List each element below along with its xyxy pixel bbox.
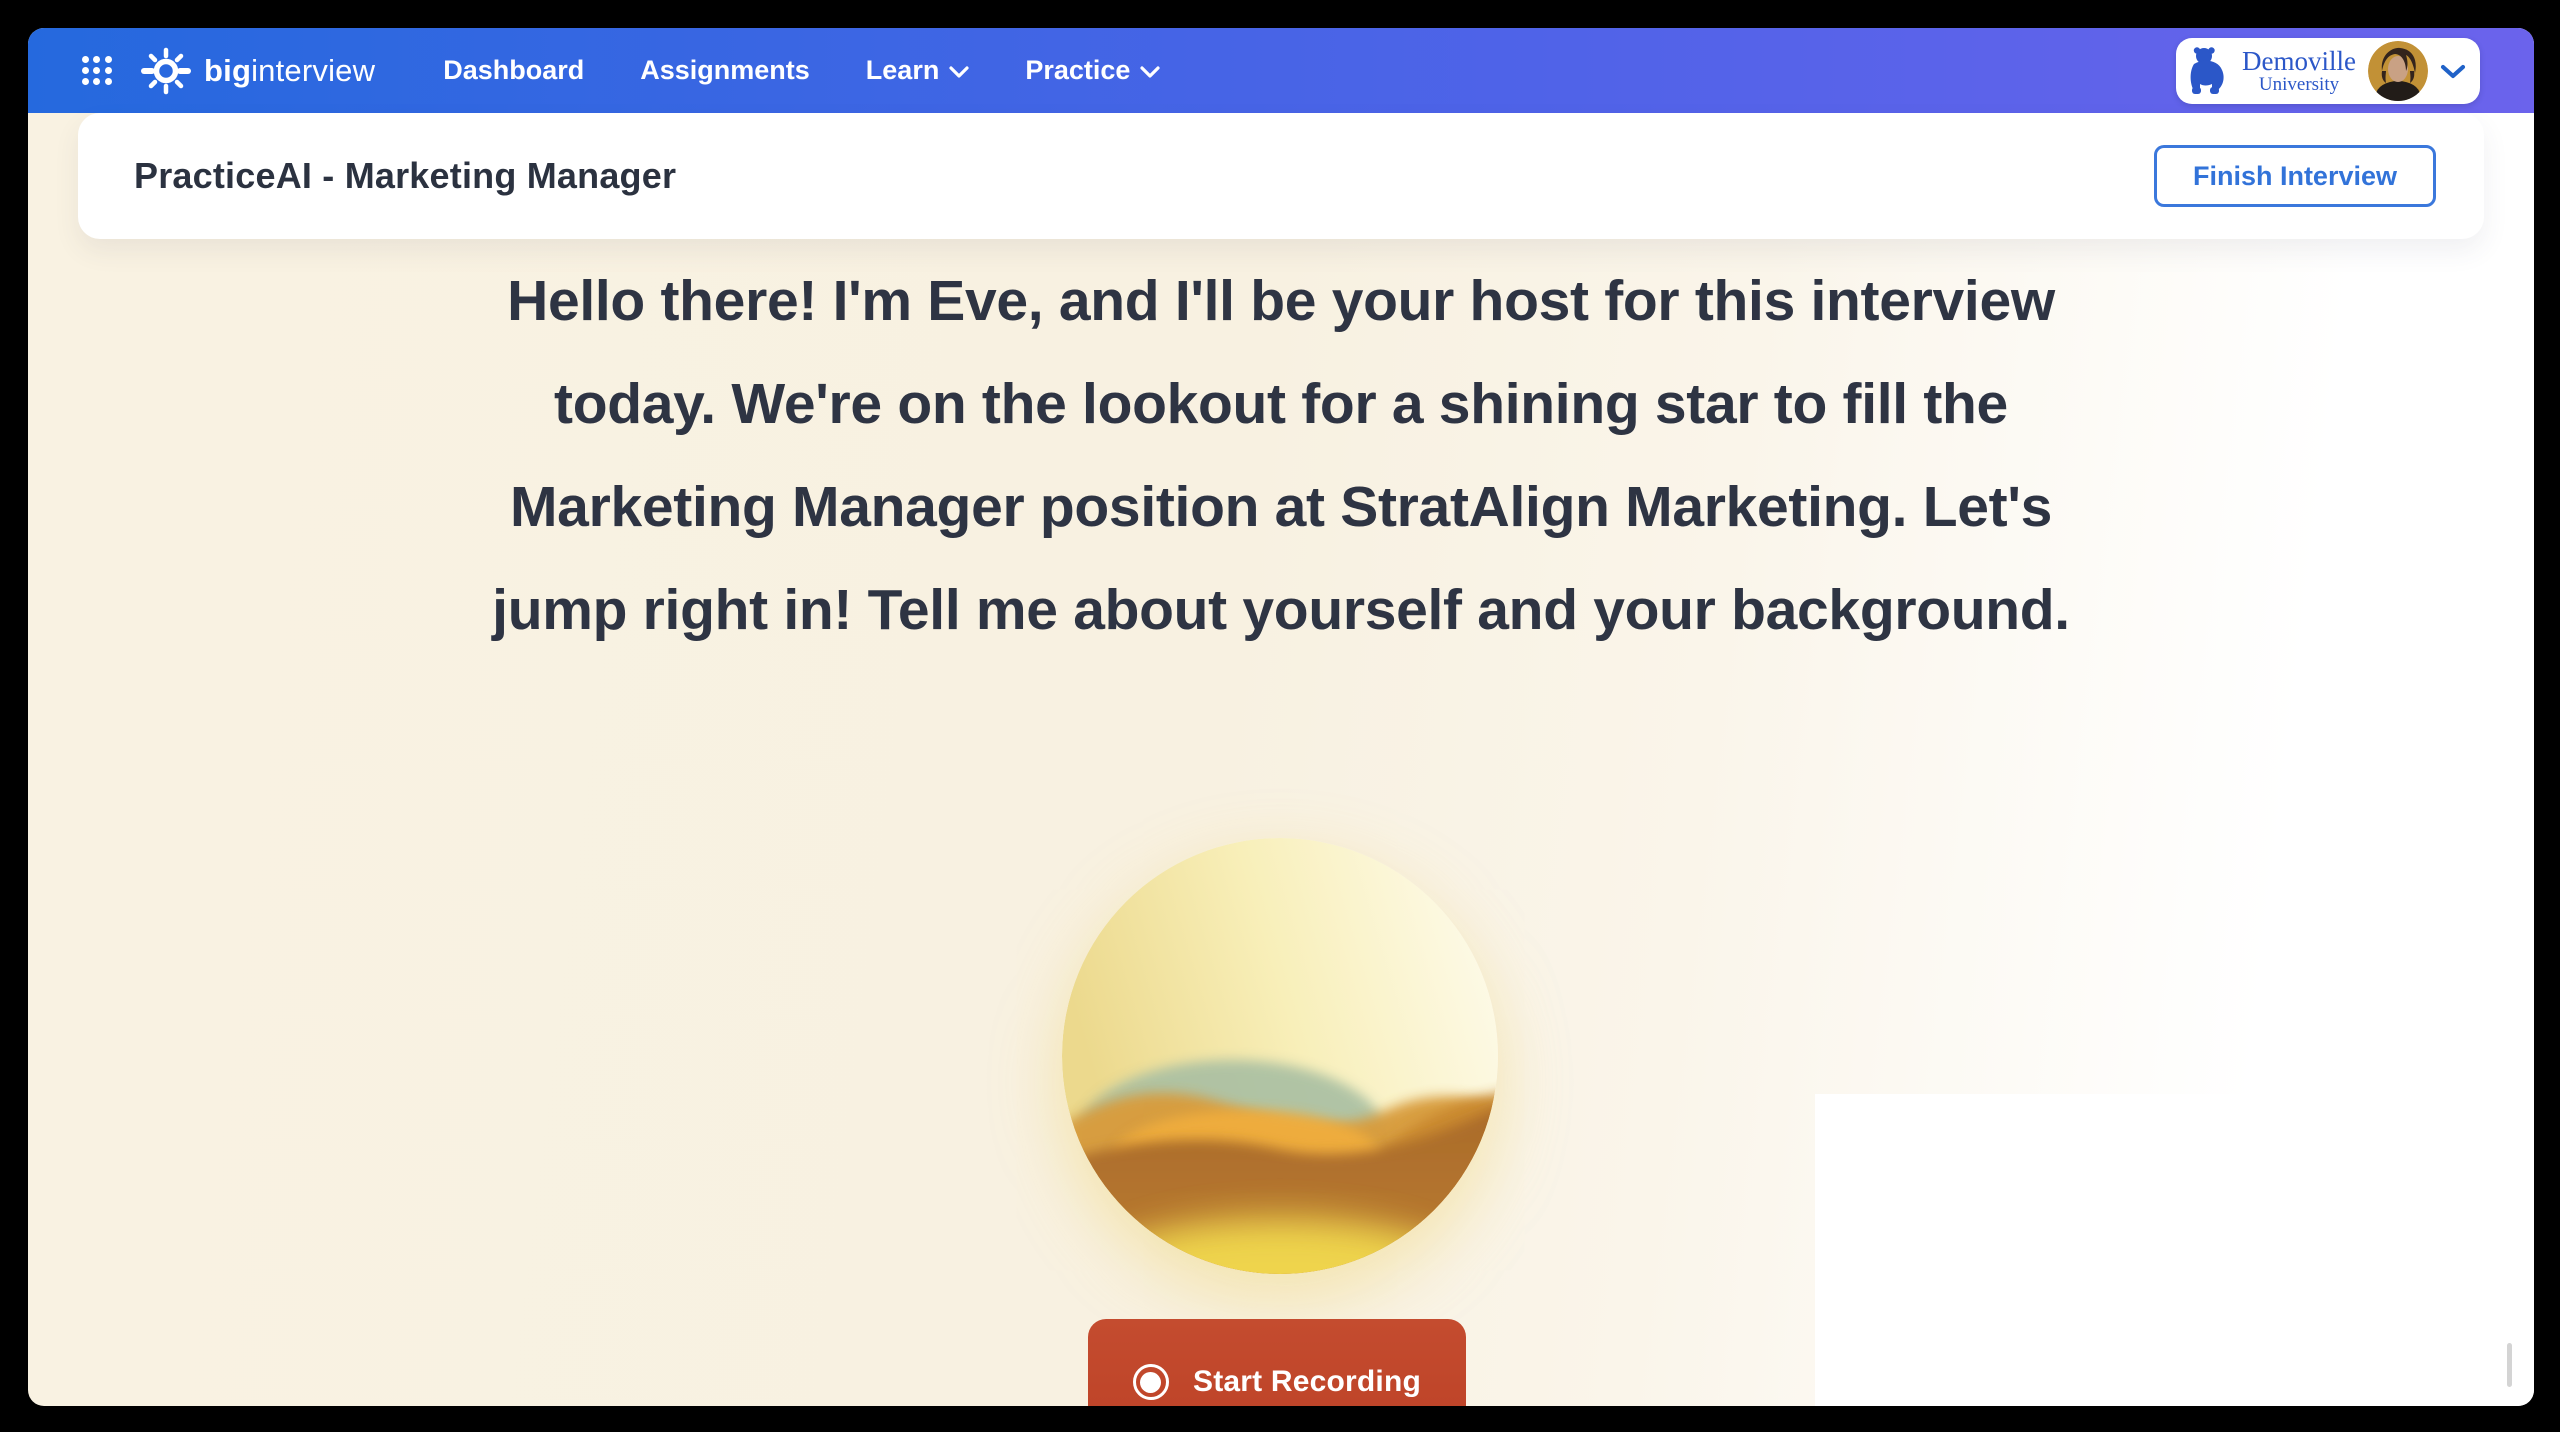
brand-logo[interactable]: big interview xyxy=(204,53,375,89)
brand-bold-text: big xyxy=(204,53,251,89)
bear-icon xyxy=(2188,46,2230,96)
start-recording-button[interactable]: Start Recording xyxy=(1088,1319,1466,1406)
message-line: Hello there! I'm Eve, and I'll be your h… xyxy=(28,250,2534,353)
page-title: PracticeAI - Marketing Manager xyxy=(134,155,676,197)
nav-item-label: Learn xyxy=(866,55,940,86)
app-window: big interview Dashboard Assignments Lear… xyxy=(28,28,2534,1406)
nav-item-label: Practice xyxy=(1025,55,1130,86)
nav-item-learn[interactable]: Learn xyxy=(866,55,970,86)
finish-interview-button[interactable]: Finish Interview xyxy=(2154,145,2436,207)
nav-item-practice[interactable]: Practice xyxy=(1025,55,1160,86)
brand-light-text: interview xyxy=(251,53,375,89)
scrollbar-thumb[interactable] xyxy=(2507,1343,2512,1387)
nav-item-dashboard[interactable]: Dashboard xyxy=(443,55,584,86)
message-line: jump right in! Tell me about yourself an… xyxy=(28,559,2534,662)
app-grid-icon[interactable] xyxy=(82,56,112,86)
nav-item-assignments[interactable]: Assignments xyxy=(640,55,810,86)
video-panel-placeholder xyxy=(1815,1094,2534,1406)
start-recording-content: Start Recording xyxy=(1133,1364,1421,1400)
interview-header: PracticeAI - Marketing Manager Finish In… xyxy=(78,113,2484,239)
chevron-down-icon xyxy=(1140,66,1160,78)
nav-items: Dashboard Assignments Learn Practice xyxy=(443,55,1160,86)
chevron-down-icon xyxy=(2440,64,2466,79)
org-name-line2: University xyxy=(2242,75,2356,94)
navbar-left: big interview xyxy=(28,43,375,99)
chevron-down-icon xyxy=(949,66,969,78)
record-dot-icon xyxy=(1133,1364,1169,1400)
interviewer-message: Hello there! I'm Eve, and I'll be your h… xyxy=(28,250,2534,662)
user-avatar xyxy=(2368,41,2428,101)
nav-item-label: Dashboard xyxy=(443,55,584,86)
org-name: Demoville University xyxy=(2242,48,2356,95)
account-menu[interactable]: Demoville University xyxy=(2176,38,2480,104)
nav-item-label: Assignments xyxy=(640,55,810,86)
ai-voice-orb xyxy=(1062,838,1498,1274)
top-navbar: big interview Dashboard Assignments Lear… xyxy=(28,28,2534,113)
message-line: Marketing Manager position at StratAlign… xyxy=(28,456,2534,559)
org-name-line1: Demoville xyxy=(2242,48,2356,76)
brand-sun-icon xyxy=(138,43,194,99)
start-recording-label: Start Recording xyxy=(1193,1365,1421,1399)
message-line: today. We're on the lookout for a shinin… xyxy=(28,353,2534,456)
